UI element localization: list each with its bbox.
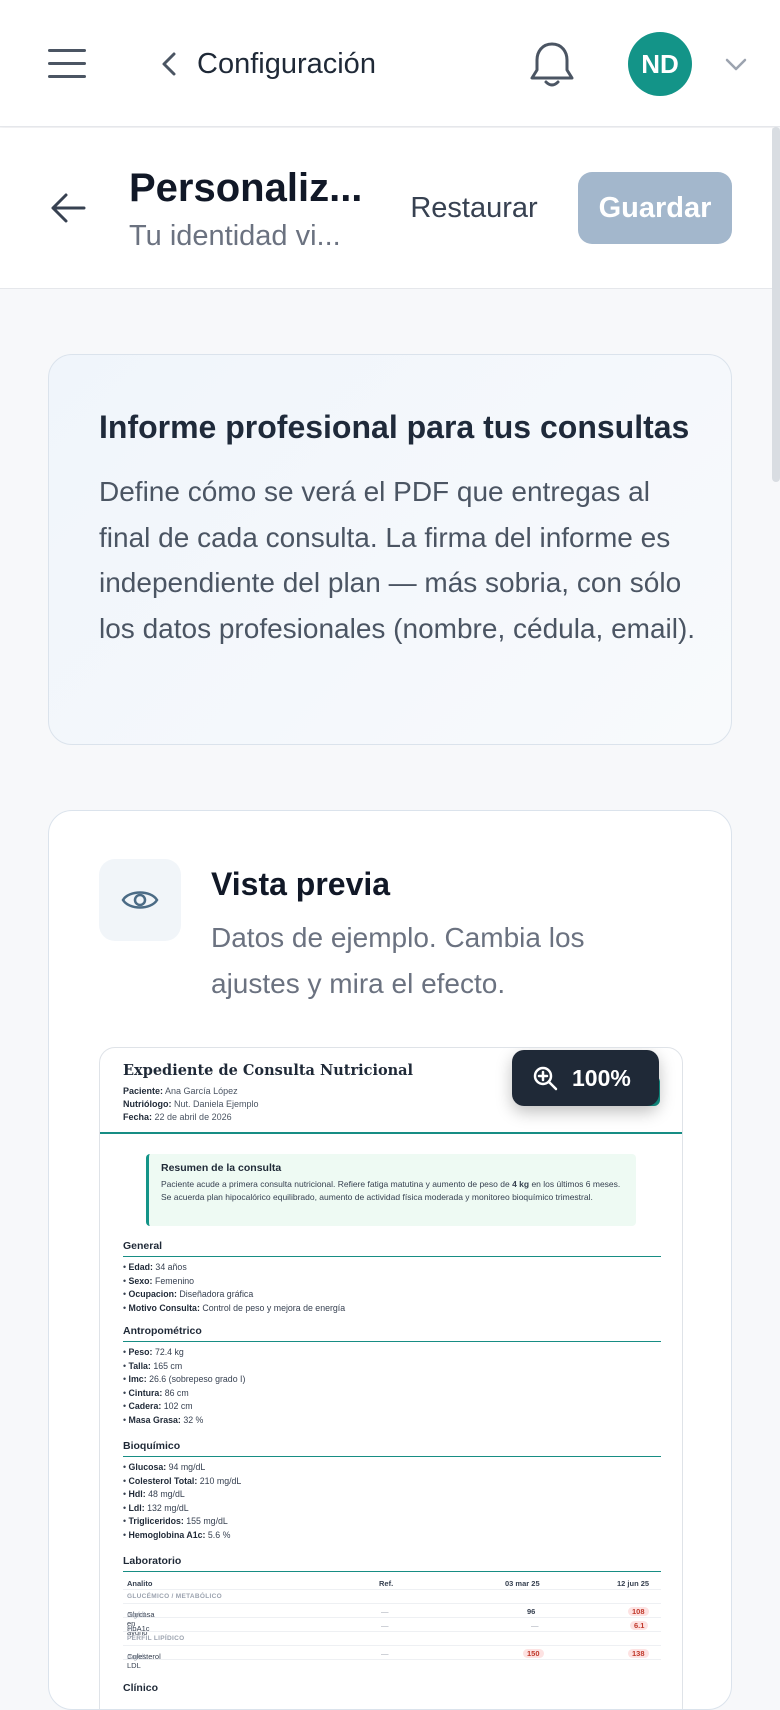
top-bar: Configuración ND	[0, 0, 780, 127]
page-subtitle: Tu identidad vi...	[129, 220, 341, 252]
list-item: Peso: 72.4 kg	[123, 1346, 245, 1360]
summary-text: Paciente acude a primera consulta nutric…	[161, 1179, 621, 1202]
zoom-level: 100%	[572, 1064, 631, 1091]
table-row: HbA1c % — — 6.1	[123, 1618, 661, 1633]
doc-summary: Resumen de la consulta Paciente acude a …	[146, 1154, 636, 1226]
section-antropometrico: Antropométrico	[123, 1325, 661, 1342]
back-arrow-icon[interactable]	[48, 190, 88, 226]
eye-icon	[99, 859, 181, 941]
antropometrico-list: Peso: 72.4 kg Talla: 165 cm Imc: 26.6 (s…	[123, 1346, 246, 1428]
list-item: Sexo: Femenino	[123, 1275, 345, 1289]
list-item: Motivo Consulta: Control de peso y mejor…	[123, 1302, 346, 1316]
list-item: Colesterol Total: 210 mg/dL	[123, 1475, 242, 1489]
doc-nutritionist: Nutriólogo: Nut. Daniela Ejemplo	[123, 1099, 259, 1109]
page-title: Personaliz...	[129, 166, 363, 210]
zoom-button[interactable]: 100%	[512, 1050, 659, 1106]
preview-title: Vista previa	[211, 866, 391, 902]
table-category: GLUCÉMICO / METABÓLICO	[123, 1590, 661, 1604]
list-item: Cadera: 102 cm	[123, 1400, 245, 1414]
list-item: Hemoglobina A1c: 5.6 %	[123, 1529, 241, 1543]
list-item: Trigliceridos: 155 mg/dL	[123, 1515, 241, 1529]
avatar[interactable]: ND	[628, 32, 692, 96]
list-item: Hdl: 48 mg/dL	[123, 1488, 241, 1502]
section-laboratorio: Laboratorio	[123, 1555, 661, 1572]
lab-table: Analito Ref. 03 mar 25 12 jun 25 GLUCÉMI…	[123, 1576, 661, 1670]
chevron-left-icon[interactable]	[157, 50, 183, 78]
list-item: Ocupacion: Diseñadora gráfica	[123, 1288, 345, 1302]
doc-patient: Paciente: Ana García López	[123, 1086, 238, 1096]
zoom-in-icon	[533, 1066, 558, 1091]
info-card-title: Informe profesional para tus consultas	[99, 409, 690, 445]
info-card-text: Define cómo se verá el PDF que entregas …	[99, 476, 696, 644]
list-item: Imc: 26.6 (sobrepeso grado I)	[123, 1373, 246, 1387]
bioquimico-list: Glucosa: 94 mg/dL Colesterol Total: 210 …	[123, 1461, 242, 1543]
summary-title: Resumen de la consulta	[161, 1162, 282, 1174]
section-bioquimico: Bioquímico	[123, 1440, 661, 1457]
list-item: Edad: 34 años	[123, 1261, 345, 1275]
chevron-down-icon[interactable]	[724, 54, 748, 74]
info-card: Informe profesional para tus consultas D…	[48, 354, 732, 745]
table-category: PERFIL LIPÍDICO	[123, 1632, 661, 1646]
list-item: Masa Grasa: 32 %	[123, 1414, 245, 1428]
table-row: Glucosa en ayuno mg/dL — 96 108	[123, 1604, 661, 1637]
hamburger-icon[interactable]	[48, 49, 86, 79]
preview-card: Vista previa Datos de ejemplo. Cambia lo…	[48, 810, 732, 1710]
general-list: Edad: 34 años Sexo: Femenino Ocupacion: …	[123, 1261, 346, 1316]
scrollbar[interactable]	[772, 127, 780, 482]
section-general: General	[123, 1240, 661, 1257]
breadcrumb-title: Configuración	[197, 48, 376, 80]
save-button[interactable]: Guardar	[578, 172, 732, 244]
list-item: Glucosa: 94 mg/dL	[123, 1461, 241, 1475]
doc-title: Expediente de Consulta Nutricional	[123, 1062, 414, 1079]
bell-icon[interactable]	[526, 40, 578, 90]
doc-date: Fecha: 22 de abril de 2026	[123, 1112, 232, 1122]
list-item: Talla: 165 cm	[123, 1360, 245, 1374]
list-item: Ldl: 132 mg/dL	[123, 1502, 241, 1516]
pdf-preview[interactable]: Expediente de Consulta Nutricional Pacie…	[99, 1047, 683, 1709]
table-row: Colesterol LDL mg/dL — 150 138	[123, 1646, 661, 1670]
restore-button[interactable]: Restaurar	[400, 172, 548, 244]
table-header: Analito Ref. 03 mar 25 12 jun 25	[123, 1576, 661, 1590]
section-clinico: Clínico	[123, 1682, 159, 1694]
preview-subtitle: Datos de ejemplo. Cambia los ajustes y m…	[211, 922, 585, 999]
list-item: Cintura: 86 cm	[123, 1387, 245, 1401]
